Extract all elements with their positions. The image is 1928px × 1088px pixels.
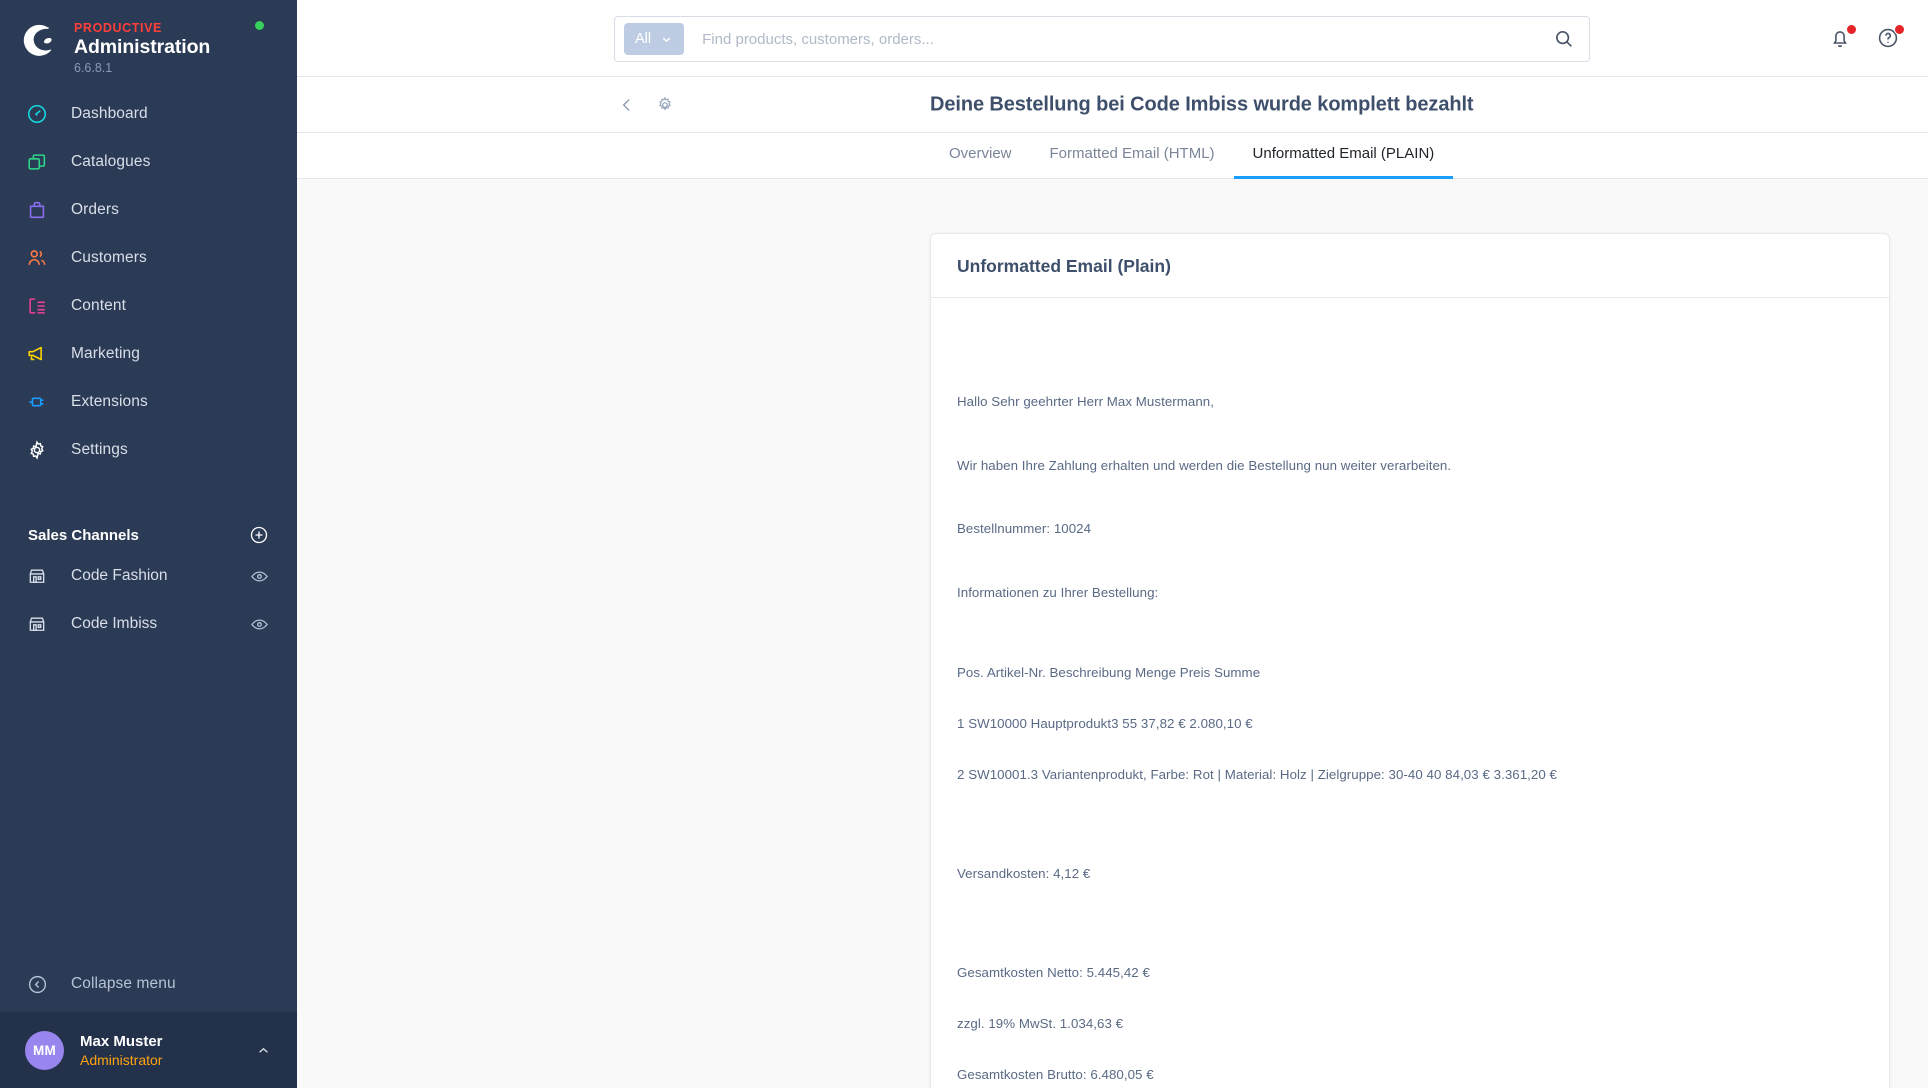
user-menu-button[interactable]: MM Max Muster Administrator <box>0 1012 297 1088</box>
page-title: Deine Bestellung bei Code Imbiss wurde k… <box>930 93 1474 115</box>
content-area: Unformatted Email (Plain) Hallo Sehr gee… <box>297 179 1928 1088</box>
sidebar: PRODUCTIVE Administration 6.6.8.1 Dashbo… <box>0 0 297 1088</box>
search-input[interactable] <box>702 30 1553 48</box>
sidebar-item-label: Settings <box>71 441 128 458</box>
email-greeting: Hallo Sehr geehrter Herr Max Mustermann, <box>957 394 1214 409</box>
collapse-menu-button[interactable]: Collapse menu <box>0 956 297 1012</box>
notifications-button[interactable] <box>1828 23 1857 52</box>
tab-overview[interactable]: Overview <box>930 130 1031 179</box>
shopware-logo-icon <box>23 24 52 56</box>
sidebar-nav: Dashboard Catalogues Orders Customers Co… <box>0 90 297 474</box>
email-order-number: Bestellnummer: 10024 <box>957 521 1092 536</box>
sidebar-item-customers[interactable]: Customers <box>0 234 297 282</box>
chevron-left-icon[interactable] <box>617 95 637 115</box>
chevron-left-circle-icon <box>25 972 49 996</box>
sales-channel-code-fashion[interactable]: Code Fashion <box>0 552 297 600</box>
brand-title: Administration <box>74 36 211 58</box>
dashboard-icon <box>25 102 49 126</box>
sales-channels-title: Sales Channels <box>28 526 139 544</box>
app-root: PRODUCTIVE Administration 6.6.8.1 Dashbo… <box>0 0 1928 1088</box>
sales-channels-section-header: Sales Channels <box>0 518 297 552</box>
chevron-up-icon[interactable] <box>255 1042 272 1059</box>
sidebar-item-label: Dashboard <box>71 105 148 122</box>
eye-icon[interactable] <box>250 567 269 586</box>
chevron-down-icon <box>662 37 671 42</box>
orders-icon <box>25 198 49 222</box>
email-line-item-1: 1 SW10000 Hauptprodukt3 55 37,82 € 2.080… <box>957 716 1253 731</box>
sidebar-item-label: Extensions <box>71 393 148 410</box>
catalogues-icon <box>25 150 49 174</box>
content-icon <box>25 294 49 318</box>
email-total-gross: Gesamtkosten Brutto: 6.480,05 € <box>957 1067 1154 1082</box>
eye-icon[interactable] <box>250 615 269 634</box>
help-button[interactable] <box>1876 23 1905 52</box>
sidebar-item-content[interactable]: Content <box>0 282 297 330</box>
storefront-icon <box>25 564 49 588</box>
email-line-items-header: Pos. Artikel-Nr. Beschreibung Menge Prei… <box>957 665 1261 680</box>
search-scope-label: All <box>635 31 652 47</box>
plus-circle-icon[interactable] <box>249 525 269 545</box>
email-line-item-2: 2 SW10001.3 Variantenprodukt, Farbe: Rot… <box>957 767 1557 782</box>
topbar-actions <box>1828 0 1905 77</box>
brand-product: PRODUCTIVE <box>74 21 162 35</box>
sidebar-item-label: Content <box>71 297 126 314</box>
user-info: Max Muster Administrator <box>80 1032 163 1069</box>
brand-version: 6.6.8.1 <box>74 61 113 75</box>
sales-channel-label: Code Fashion <box>71 567 168 584</box>
tabs: Overview Formatted Email (HTML) Unformat… <box>930 130 1454 179</box>
sidebar-item-label: Orders <box>71 201 119 218</box>
email-vat: zzgl. 19% MwSt. 1.034,63 € <box>957 1016 1124 1031</box>
avatar: MM <box>25 1030 64 1070</box>
sidebar-brand[interactable]: PRODUCTIVE Administration 6.6.8.1 <box>0 0 297 84</box>
global-search: All <box>614 16 1590 62</box>
search-scope-select[interactable]: All <box>624 23 685 55</box>
main-area: All Find products, customers, orders... … <box>297 0 1928 1088</box>
sidebar-item-settings[interactable]: Settings <box>0 426 297 474</box>
sidebar-item-label: Marketing <box>71 345 140 362</box>
tab-bar: Overview Formatted Email (HTML) Unformat… <box>297 132 1928 179</box>
storefront-icon <box>25 612 49 636</box>
email-order-info-label: Informationen zu Ihrer Bestellung: <box>957 584 1159 600</box>
page-header-actions <box>297 95 675 115</box>
sidebar-item-catalogues[interactable]: Catalogues <box>0 138 297 186</box>
sidebar-item-extensions[interactable]: Extensions <box>0 378 297 426</box>
help-badge <box>1894 23 1905 35</box>
email-plain-text: Hallo Sehr geehrter Herr Max Mustermann,… <box>957 342 1863 1088</box>
sidebar-item-dashboard[interactable]: Dashboard <box>0 90 297 138</box>
gear-icon[interactable] <box>655 95 675 115</box>
extensions-icon <box>25 390 49 414</box>
card-header: Unformatted Email (Plain) <box>931 234 1889 298</box>
brand-text: PRODUCTIVE Administration 6.6.8.1 <box>74 20 210 76</box>
marketing-icon <box>25 342 49 366</box>
search-icon[interactable] <box>1553 28 1575 50</box>
settings-icon <box>25 438 49 462</box>
status-dot <box>255 21 264 30</box>
topbar: All <box>297 0 1928 77</box>
email-shipping-costs: Versandkosten: 4,12 € <box>957 866 1091 881</box>
tab-unformatted-email-plain[interactable]: Unformatted Email (PLAIN) <box>1233 130 1454 179</box>
sales-channel-label: Code Imbiss <box>71 615 158 632</box>
sales-channel-code-imbiss[interactable]: Code Imbiss <box>0 600 297 648</box>
email-total-net: Gesamtkosten Netto: 5.445,42 € <box>957 965 1150 980</box>
sidebar-item-marketing[interactable]: Marketing <box>0 330 297 378</box>
sidebar-item-label: Catalogues <box>71 153 151 170</box>
sidebar-item-orders[interactable]: Orders <box>0 186 297 234</box>
notifications-badge <box>1846 23 1857 35</box>
user-name: Max Muster <box>80 1032 163 1050</box>
user-role: Administrator <box>80 1051 163 1068</box>
unformatted-email-card: Unformatted Email (Plain) Hallo Sehr gee… <box>930 233 1890 1088</box>
card-title: Unformatted Email (Plain) <box>957 256 1171 276</box>
email-intro: Wir haben Ihre Zahlung erhalten und werd… <box>957 457 1452 473</box>
sidebar-item-label: Customers <box>71 249 147 266</box>
collapse-menu-label: Collapse menu <box>71 975 176 992</box>
card-body: Hallo Sehr geehrter Herr Max Mustermann,… <box>931 298 1889 1088</box>
tab-formatted-email-html[interactable]: Formatted Email (HTML) <box>1031 130 1234 179</box>
customers-icon <box>25 246 49 270</box>
page-header: Deine Bestellung bei Code Imbiss wurde k… <box>297 77 1928 132</box>
